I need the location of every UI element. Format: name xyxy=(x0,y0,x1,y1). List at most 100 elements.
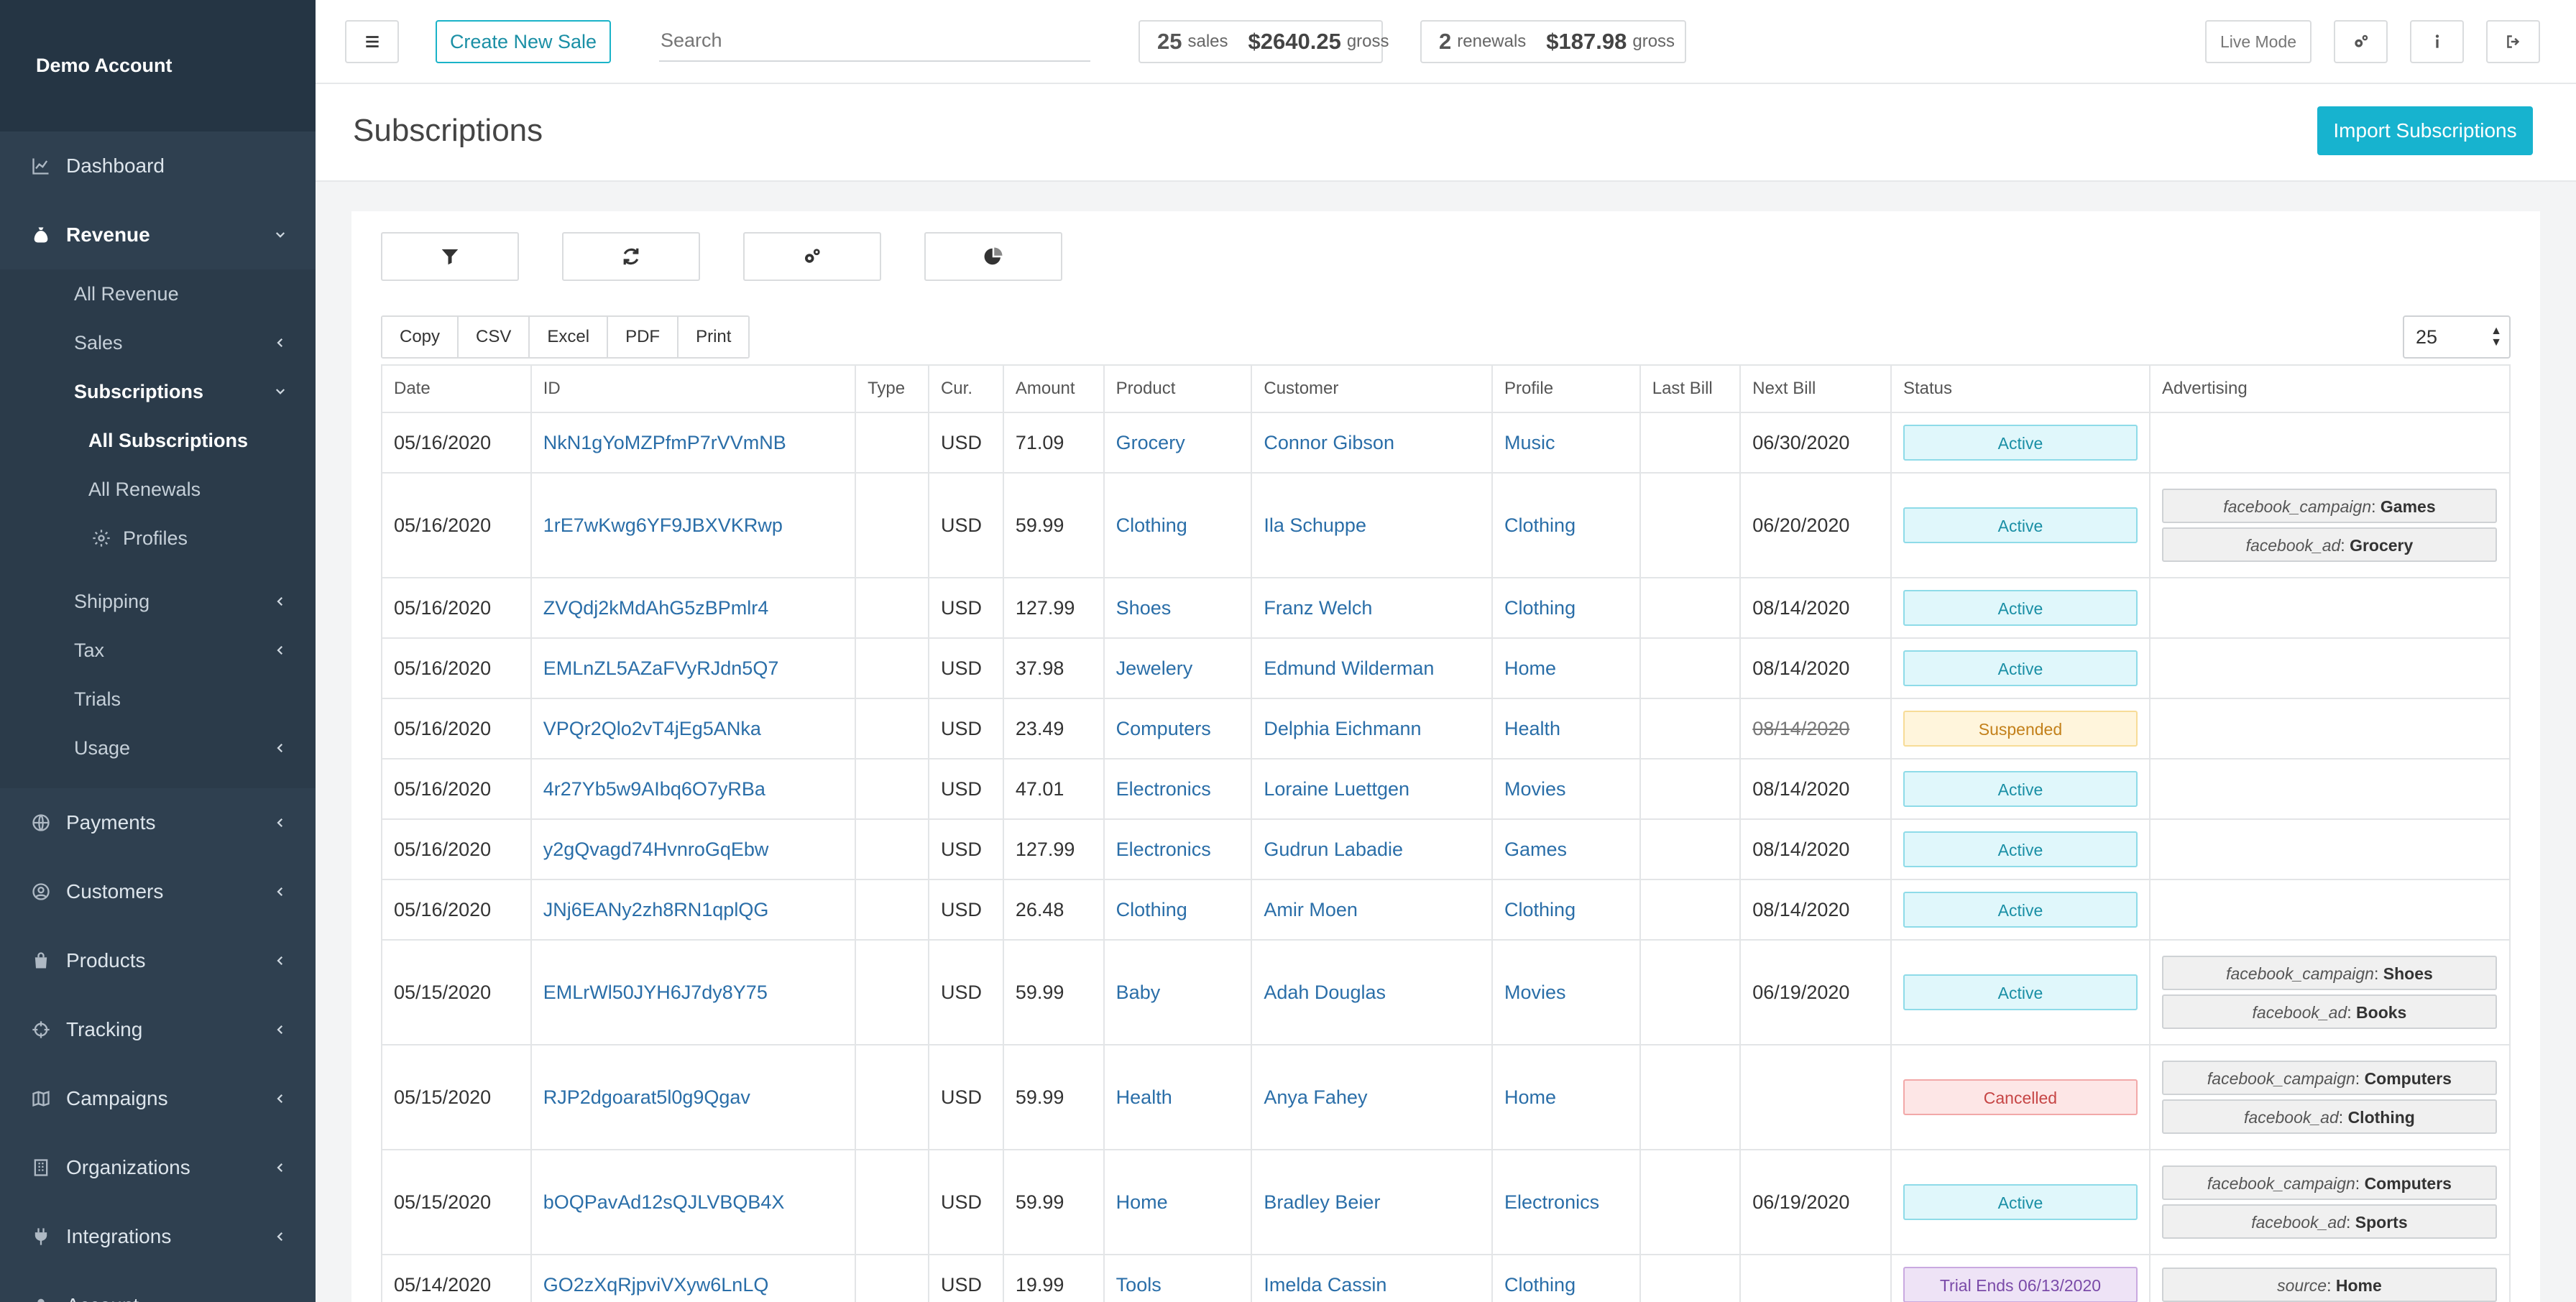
profile-link[interactable]: Home xyxy=(1504,657,1556,679)
customer-link[interactable]: Franz Welch xyxy=(1264,597,1372,619)
copy-button[interactable]: Copy xyxy=(382,317,459,357)
id-link[interactable]: NkN1gYoMZPfmP7rVVmNB xyxy=(543,432,786,453)
menu-toggle-button[interactable] xyxy=(345,20,399,63)
table-row[interactable]: 05/16/2020 ZVQdj2kMdAhG5zBPmlr4 USD 127.99 S… xyxy=(381,577,2511,639)
id-link[interactable]: RJP2dgoarat5l0g9Qgav xyxy=(543,1086,750,1108)
sidebar-item-payments[interactable]: Payments xyxy=(0,788,316,857)
column-header[interactable]: Profile xyxy=(1491,364,1641,413)
table-row[interactable]: 05/15/2020 bOQPavAd12sQJLVBQB4X USD 59.99 Ho… xyxy=(381,1149,2511,1255)
customer-link[interactable]: Anya Fahey xyxy=(1264,1086,1367,1108)
product-link[interactable]: Tools xyxy=(1116,1274,1162,1296)
product-link[interactable]: Clothing xyxy=(1116,514,1187,536)
column-header[interactable]: Product xyxy=(1103,364,1253,413)
profile-link[interactable]: Clothing xyxy=(1504,514,1576,536)
customer-link[interactable]: Amir Moen xyxy=(1264,899,1358,920)
columns-settings-button[interactable] xyxy=(743,232,881,281)
id-link[interactable]: JNj6EANy2zh8RN1qplQG xyxy=(543,899,769,920)
customer-link[interactable]: Adah Douglas xyxy=(1264,982,1386,1003)
csv-button[interactable]: CSV xyxy=(459,317,530,357)
table-row[interactable]: 05/16/2020 VPQr2Qlo2vT4jEg5ANka USD 23.49 Co… xyxy=(381,698,2511,760)
account-name[interactable]: Demo Account xyxy=(0,0,316,131)
product-link[interactable]: Computers xyxy=(1116,718,1211,739)
column-header[interactable]: Type xyxy=(855,364,929,413)
profile-link[interactable]: Electronics xyxy=(1504,1191,1599,1213)
page-size-select[interactable]: 25 ▲ ▼ xyxy=(2403,315,2511,359)
id-link[interactable]: GO2zXqRjpviVXyw6LnLQ xyxy=(543,1274,769,1296)
customer-link[interactable]: Connor Gibson xyxy=(1264,432,1394,453)
column-header[interactable]: Date xyxy=(381,364,532,413)
product-link[interactable]: Electronics xyxy=(1116,839,1211,860)
create-new-sale-button[interactable]: Create New Sale xyxy=(436,20,611,63)
search-input[interactable] xyxy=(659,20,1090,62)
profile-link[interactable]: Music xyxy=(1504,432,1555,453)
product-link[interactable]: Electronics xyxy=(1116,778,1211,800)
sidebar-item-organizations[interactable]: Organizations xyxy=(0,1133,316,1202)
product-link[interactable]: Grocery xyxy=(1116,432,1185,453)
customer-link[interactable]: Delphia Eichmann xyxy=(1264,718,1421,739)
column-header[interactable]: Next Bill xyxy=(1739,364,1892,413)
profile-link[interactable]: Health xyxy=(1504,718,1560,739)
sidebar-item-products[interactable]: Products xyxy=(0,926,316,995)
sidebar-item-trials[interactable]: Trials xyxy=(0,675,316,724)
info-button[interactable] xyxy=(2410,20,2464,63)
sidebar-item-integrations[interactable]: Integrations xyxy=(0,1202,316,1271)
filter-button[interactable] xyxy=(381,232,519,281)
print-button[interactable]: Print xyxy=(678,317,749,357)
profile-link[interactable]: Clothing xyxy=(1504,597,1576,619)
customer-link[interactable]: Ila Schuppe xyxy=(1264,514,1366,536)
table-row[interactable]: 05/15/2020 RJP2dgoarat5l0g9Qgav USD 59.99 He… xyxy=(381,1044,2511,1150)
column-header[interactable]: Last Bill xyxy=(1639,364,1742,413)
id-link[interactable]: 1rE7wKwg6YF9JBXVKRwp xyxy=(543,514,783,536)
table-row[interactable]: 05/16/2020 EMLnZL5AZaFVyRJdn5Q7 USD 37.98 Je… xyxy=(381,637,2511,699)
id-link[interactable]: VPQr2Qlo2vT4jEg5ANka xyxy=(543,718,761,739)
sidebar-item-all-revenue[interactable]: All Revenue xyxy=(0,269,316,318)
sidebar-item-tracking[interactable]: Tracking xyxy=(0,995,316,1064)
sidebar-item-usage[interactable]: Usage xyxy=(0,724,316,772)
product-link[interactable]: Home xyxy=(1116,1191,1168,1213)
product-link[interactable]: Shoes xyxy=(1116,597,1172,619)
sidebar-item-account[interactable]: Account xyxy=(0,1271,316,1302)
id-link[interactable]: bOQPavAd12sQJLVBQB4X xyxy=(543,1191,785,1213)
product-link[interactable]: Health xyxy=(1116,1086,1172,1108)
profile-link[interactable]: Movies xyxy=(1504,982,1566,1003)
column-header[interactable]: ID xyxy=(530,364,857,413)
table-row[interactable]: 05/16/2020 JNj6EANy2zh8RN1qplQG USD 26.48 Cl… xyxy=(381,879,2511,941)
id-link[interactable]: ZVQdj2kMdAhG5zBPmlr4 xyxy=(543,597,769,619)
customer-link[interactable]: Bradley Beier xyxy=(1264,1191,1380,1213)
id-link[interactable]: EMLrWl50JYH6J7dy8Y75 xyxy=(543,982,768,1003)
table-row[interactable]: 05/16/2020 1rE7wKwg6YF9JBXVKRwp USD 59.99 Cl… xyxy=(381,472,2511,578)
customer-link[interactable]: Edmund Wilderman xyxy=(1264,657,1434,679)
sidebar-item-all-subscriptions[interactable]: All Subscriptions xyxy=(0,416,316,465)
profile-link[interactable]: Games xyxy=(1504,839,1567,860)
live-mode-button[interactable]: Live Mode xyxy=(2205,20,2312,63)
profile-link[interactable]: Home xyxy=(1504,1086,1556,1108)
column-header[interactable]: Amount xyxy=(1002,364,1105,413)
profile-link[interactable]: Clothing xyxy=(1504,899,1576,920)
table-row[interactable]: 05/15/2020 EMLrWl50JYH6J7dy8Y75 USD 59.99 Ba… xyxy=(381,939,2511,1045)
sidebar-item-revenue[interactable]: Revenue xyxy=(0,200,316,269)
sidebar-item-customers[interactable]: Customers xyxy=(0,857,316,926)
id-link[interactable]: 4r27Yb5w9AIbq6O7yRBa xyxy=(543,778,765,800)
refresh-button[interactable] xyxy=(562,232,700,281)
sidebar-item-campaigns[interactable]: Campaigns xyxy=(0,1064,316,1133)
column-header[interactable]: Advertising xyxy=(2148,364,2511,413)
settings-button[interactable] xyxy=(2334,20,2388,63)
sidebar-item-tax[interactable]: Tax xyxy=(0,626,316,675)
profile-link[interactable]: Movies xyxy=(1504,778,1566,800)
product-link[interactable]: Jewelery xyxy=(1116,657,1193,679)
pdf-button[interactable]: PDF xyxy=(608,317,679,357)
id-link[interactable]: EMLnZL5AZaFVyRJdn5Q7 xyxy=(543,657,779,679)
logout-button[interactable] xyxy=(2486,20,2540,63)
import-subscriptions-button[interactable]: Import Subscriptions xyxy=(2317,106,2533,155)
sidebar-item-dashboard[interactable]: Dashboard xyxy=(0,131,316,200)
customer-link[interactable]: Gudrun Labadie xyxy=(1264,839,1403,860)
table-row[interactable]: 05/16/2020 y2gQvagd74HvnroGqEbw USD 127.99 E… xyxy=(381,818,2511,880)
product-link[interactable]: Baby xyxy=(1116,982,1161,1003)
customer-link[interactable]: Imelda Cassin xyxy=(1264,1274,1386,1296)
customer-link[interactable]: Loraine Luettgen xyxy=(1264,778,1409,800)
table-row[interactable]: 05/16/2020 4r27Yb5w9AIbq6O7yRBa USD 47.01 El… xyxy=(381,758,2511,820)
column-header[interactable]: Cur. xyxy=(927,364,1004,413)
column-header[interactable]: Customer xyxy=(1251,364,1494,413)
column-header[interactable]: Status xyxy=(1890,364,2150,413)
excel-button[interactable]: Excel xyxy=(530,317,609,357)
